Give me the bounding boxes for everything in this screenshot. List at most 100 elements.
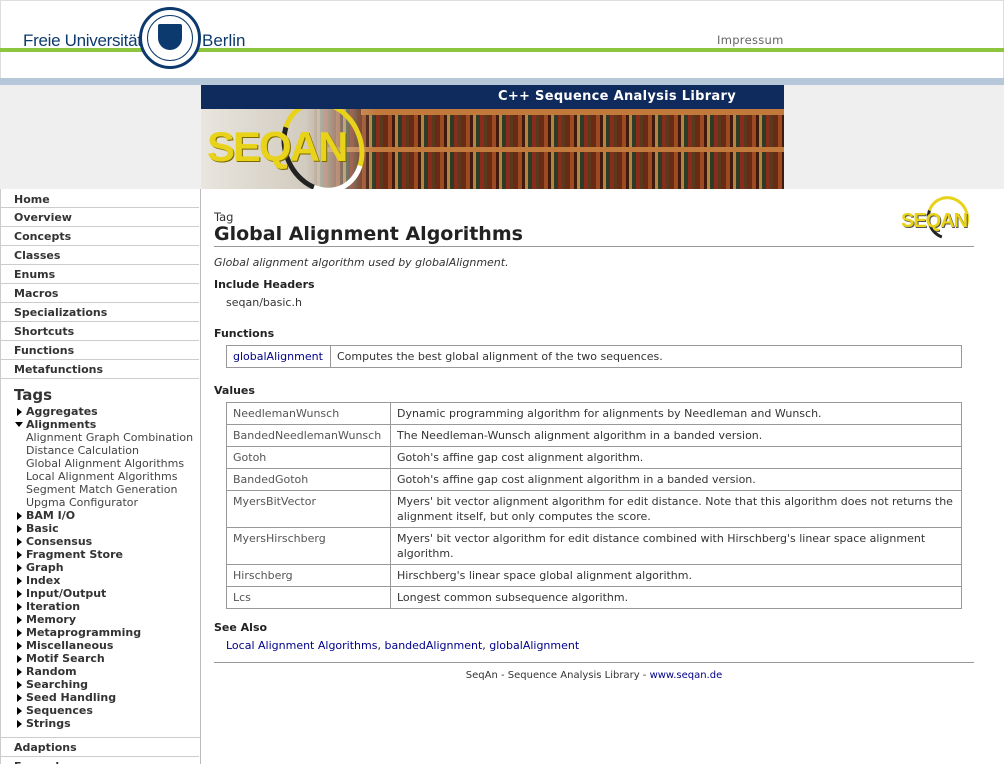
tag-item-input-output[interactable]: Input/Output <box>1 587 200 600</box>
tag-label: Iteration <box>26 600 81 613</box>
tag-item-miscellaneous[interactable]: Miscellaneous <box>1 639 200 652</box>
tag-label: Graph <box>26 561 64 574</box>
function-row: globalAlignment Computes the best global … <box>226 345 962 368</box>
tag-item-graph[interactable]: Graph <box>1 561 200 574</box>
collapsed-triangle-icon[interactable] <box>17 538 22 546</box>
values-table: NeedlemanWunsch Dynamic programming algor… <box>226 402 962 609</box>
tag-label: Aggregates <box>26 405 98 418</box>
tag-label: Basic <box>26 522 59 535</box>
collapsed-triangle-icon[interactable] <box>17 603 22 611</box>
see-also-link-globalalignment[interactable]: globalAlignment <box>489 639 579 652</box>
collapsed-triangle-icon[interactable] <box>17 629 22 637</box>
tag-item-searching[interactable]: Searching <box>1 678 200 691</box>
sidebar-item-metafunctions[interactable]: Metafunctions <box>1 360 199 379</box>
sidebar-item-specializations[interactable]: Specializations <box>1 303 199 322</box>
collapsed-triangle-icon[interactable] <box>17 616 22 624</box>
tag-item-memory[interactable]: Memory <box>1 613 200 626</box>
collapsed-triangle-icon[interactable] <box>17 707 22 715</box>
tag-item-iteration[interactable]: Iteration <box>1 600 200 613</box>
collapsed-triangle-icon[interactable] <box>17 512 22 520</box>
subtag-item-alignment-graph-combination[interactable]: Alignment Graph Combination <box>1 431 200 444</box>
expanded-triangle-icon[interactable] <box>15 422 23 427</box>
subtag-item-global-alignment-algorithms[interactable]: Global Alignment Algorithms <box>1 457 200 470</box>
tag-item-metaprogramming[interactable]: Metaprogramming <box>1 626 200 639</box>
value-desc-cell: Gotoh's affine gap cost alignment algori… <box>390 446 962 469</box>
see-also-link-bandedalignment[interactable]: bandedAlignment <box>384 639 482 652</box>
value-desc-cell: Gotoh's affine gap cost alignment algori… <box>390 468 962 491</box>
value-name-cell: Lcs <box>226 586 391 609</box>
tags-heading: Tags <box>14 386 53 404</box>
sidebar-item-functions[interactable]: Functions <box>1 341 199 360</box>
value-name-cell: NeedlemanWunsch <box>226 402 391 425</box>
sidebar-item-overview[interactable]: Overview <box>1 208 199 227</box>
collapsed-triangle-icon[interactable] <box>17 694 22 702</box>
tag-label: Alignments <box>26 418 97 431</box>
sidebar-tag-list: Aggregates Alignments Alignment Graph Comb… <box>1 405 200 730</box>
footer-link[interactable]: www.seqan.de <box>650 670 723 681</box>
tag-item-motif-search[interactable]: Motif Search <box>1 652 200 665</box>
subtag-item-upgma-configurator[interactable]: Upgma Configurator <box>1 496 200 509</box>
footer-divider <box>214 662 974 663</box>
tag-label: Fragment Store <box>26 548 123 561</box>
see-also-link-local-alignment-algorithms[interactable]: Local Alignment Algorithms <box>226 639 377 652</box>
see-also-heading: See Also <box>214 621 268 634</box>
tag-label: Searching <box>26 678 89 691</box>
tag-item-aggregates[interactable]: Aggregates <box>1 405 200 418</box>
sidebar-item-examples[interactable]: Examples <box>1 757 199 764</box>
value-desc-cell: Longest common subsequence algorithm. <box>390 586 962 609</box>
value-row: Lcs Longest common subsequence algorithm. <box>226 586 962 609</box>
tag-label: Input/Output <box>26 587 107 600</box>
tag-label: Index <box>26 574 61 587</box>
sidebar-item-enums[interactable]: Enums <box>1 265 199 284</box>
collapsed-triangle-icon[interactable] <box>17 564 22 572</box>
collapsed-triangle-icon[interactable] <box>17 655 22 663</box>
tag-label: Seed Handling <box>26 691 117 704</box>
sidebar-item-concepts[interactable]: Concepts <box>1 227 199 246</box>
collapsed-triangle-icon[interactable] <box>17 577 22 585</box>
subtag-item-local-alignment-algorithms[interactable]: Local Alignment Algorithms <box>1 470 200 483</box>
value-name-cell: MyersBitVector <box>226 490 391 528</box>
tag-item-index[interactable]: Index <box>1 574 200 587</box>
collapsed-triangle-icon[interactable] <box>17 681 22 689</box>
seqan-logo[interactable]: SEQAN <box>207 123 348 171</box>
university-seal-icon[interactable] <box>139 7 201 69</box>
sidebar-item-classes[interactable]: Classes <box>1 246 199 265</box>
values-heading: Values <box>214 384 255 397</box>
value-name-cell: BandedNeedlemanWunsch <box>226 424 391 447</box>
corner-logo-text: SEQAN <box>901 210 968 232</box>
tag-label: Memory <box>26 613 77 626</box>
sidebar-item-shortcuts[interactable]: Shortcuts <box>1 322 199 341</box>
sidebar-item-home[interactable]: Home <box>1 189 199 208</box>
tag-item-random[interactable]: Random <box>1 665 200 678</box>
tag-item-fragment-store[interactable]: Fragment Store <box>1 548 200 561</box>
collapsed-triangle-icon[interactable] <box>17 642 22 650</box>
sidebar-item-macros[interactable]: Macros <box>1 284 199 303</box>
collapsed-triangle-icon[interactable] <box>17 720 22 728</box>
library-bookshelf-image: SEQAN <box>201 109 784 189</box>
collapsed-triangle-icon[interactable] <box>17 525 22 533</box>
sidebar-item-adaptions[interactable]: Adaptions <box>1 738 199 757</box>
tag-label: BAM I/O <box>26 509 76 522</box>
tag-item-basic[interactable]: Basic <box>1 522 200 535</box>
tag-label: Consensus <box>26 535 93 548</box>
subtag-item-distance-calculation[interactable]: Distance Calculation <box>1 444 200 457</box>
tag-item-seed-handling[interactable]: Seed Handling <box>1 691 200 704</box>
tag-item-strings[interactable]: Strings <box>1 717 200 730</box>
seqan-corner-logo[interactable]: SEQAN <box>901 189 977 247</box>
collapsed-triangle-icon[interactable] <box>17 408 22 416</box>
tag-label: Miscellaneous <box>26 639 114 652</box>
blue-divider <box>0 78 1004 85</box>
subtag-item-segment-match-generation[interactable]: Segment Match Generation <box>1 483 200 496</box>
tag-item-alignments[interactable]: Alignments <box>1 418 200 431</box>
tag-label: Random <box>26 665 77 678</box>
tag-item-bam-i-o[interactable]: BAM I/O <box>1 509 200 522</box>
tag-item-consensus[interactable]: Consensus <box>1 535 200 548</box>
collapsed-triangle-icon[interactable] <box>17 551 22 559</box>
value-desc-cell: Dynamic programming algorithm for alignm… <box>390 402 962 425</box>
function-link[interactable]: globalAlignment <box>233 350 323 363</box>
collapsed-triangle-icon[interactable] <box>17 590 22 598</box>
impressum-link[interactable]: Impressum <box>717 33 784 47</box>
value-desc-cell: Hirschberg's linear space global alignme… <box>390 564 962 587</box>
collapsed-triangle-icon[interactable] <box>17 668 22 676</box>
tag-item-sequences[interactable]: Sequences <box>1 704 200 717</box>
